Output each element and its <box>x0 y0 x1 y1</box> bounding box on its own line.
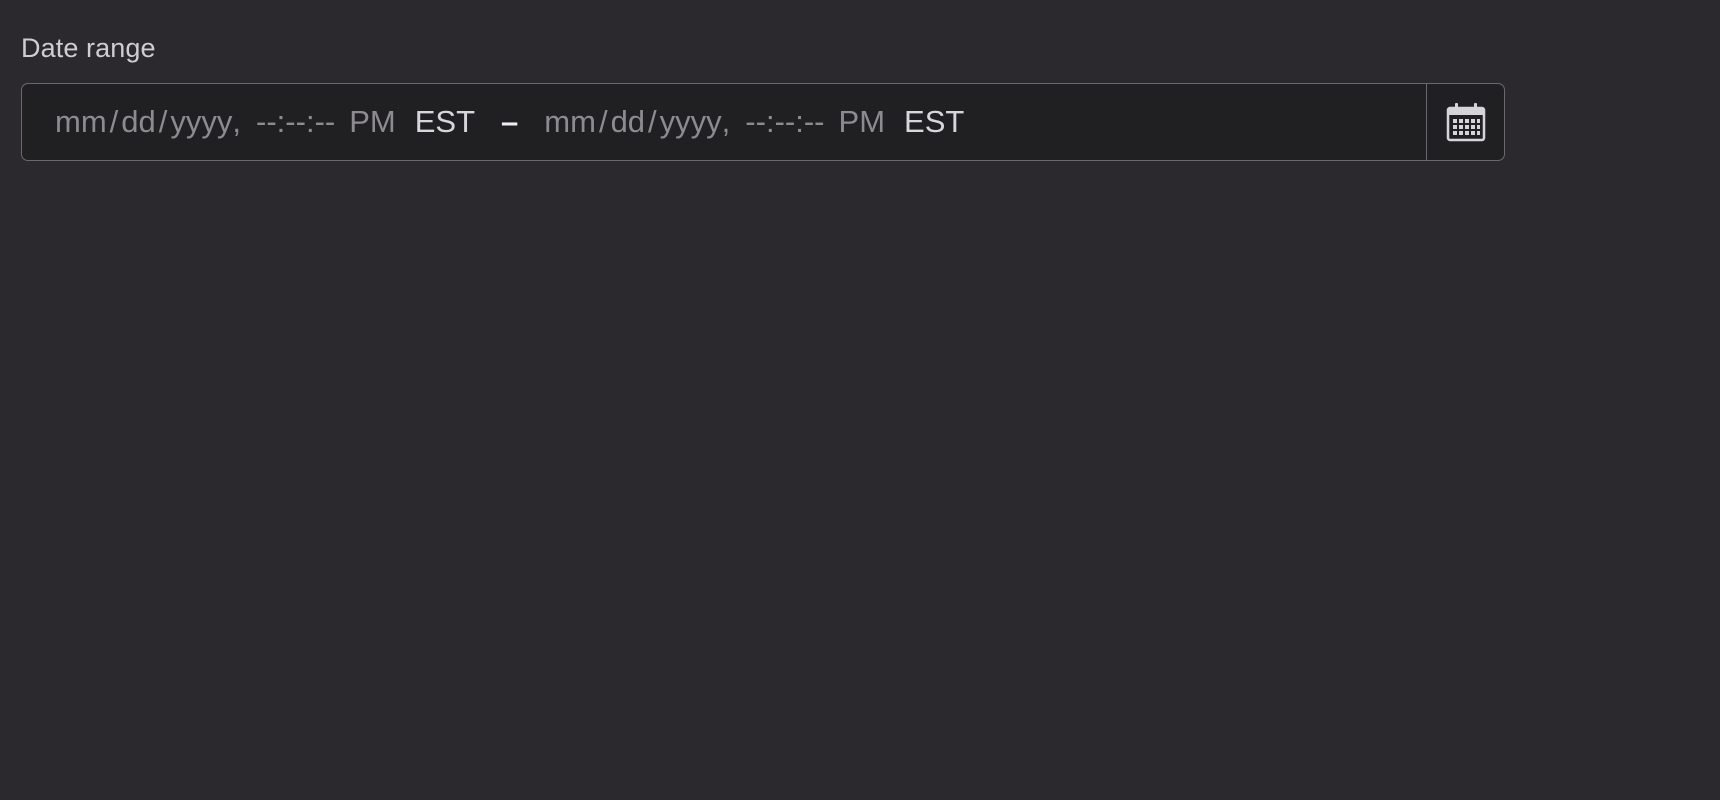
start-hour-segment[interactable]: -- <box>256 104 277 140</box>
end-time-separator: : <box>765 104 775 139</box>
start-day-segment[interactable]: dd <box>121 104 155 140</box>
date-range-segments: mm / dd / yyyy, --: --: -- PM EST – mm / d… <box>22 84 1426 160</box>
start-year-segment[interactable]: yyyy <box>170 104 232 140</box>
end-minute-segment[interactable]: -- <box>775 104 796 140</box>
start-comma-separator: , <box>232 104 242 139</box>
start-month-segment[interactable]: mm <box>55 104 107 140</box>
end-day-segment[interactable]: dd <box>611 104 645 140</box>
calendar-button[interactable] <box>1426 84 1504 160</box>
start-second-segment[interactable]: -- <box>315 104 336 140</box>
end-date-separator: / <box>598 104 608 139</box>
range-separator: – <box>501 104 519 139</box>
end-second-segment[interactable]: -- <box>804 104 825 140</box>
date-range-field: Date range mm / dd / yyyy, --: --: -- PM E… <box>21 30 1505 161</box>
end-timezone: EST <box>904 104 965 139</box>
end-ampm-segment[interactable]: PM <box>839 104 886 140</box>
end-year-segment[interactable]: yyyy <box>660 104 722 140</box>
calendar-icon <box>1445 101 1487 143</box>
start-date-separator: / <box>158 104 168 139</box>
end-date-separator: / <box>648 104 657 139</box>
start-date-separator: / <box>109 104 119 139</box>
start-minute-segment[interactable]: -- <box>285 104 306 140</box>
end-month-segment[interactable]: mm <box>544 104 596 140</box>
start-ampm-segment[interactable]: PM <box>349 104 396 140</box>
start-time-separator: : <box>276 104 286 139</box>
start-timezone: EST <box>414 104 476 139</box>
start-time-separator: : <box>305 104 315 139</box>
date-range-input[interactable]: mm / dd / yyyy, --: --: -- PM EST – mm / d… <box>21 83 1505 161</box>
date-range-label: Date range <box>21 33 156 63</box>
end-hour-segment[interactable]: -- <box>745 104 766 140</box>
end-time-separator: : <box>795 104 804 139</box>
end-comma-separator: , <box>721 104 731 139</box>
